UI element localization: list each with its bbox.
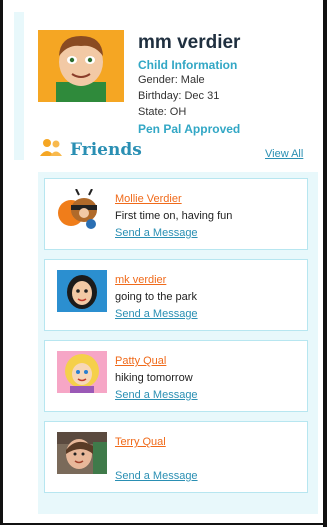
child-info-link[interactable]: Child Information [138, 58, 237, 72]
profile-name: mm verdier [138, 32, 241, 53]
friend-name-link[interactable]: mk verdier [115, 274, 166, 286]
friend-card: Mollie Verdier First time on, having fun… [44, 178, 308, 250]
friends-title: Friends [70, 139, 142, 160]
friend-status: going to the park [115, 291, 197, 303]
state-text: State: OH [138, 106, 187, 118]
bee-costume-avatar[interactable] [57, 189, 107, 231]
send-message-link[interactable]: Send a Message [115, 227, 198, 239]
send-message-link[interactable]: Send a Message [115, 308, 198, 320]
friend-card: Terry Qual Send a Message [44, 421, 308, 493]
friend-status: hiking tomorrow [115, 372, 193, 384]
friend-name-link[interactable]: Terry Qual [115, 436, 166, 448]
send-message-link[interactable]: Send a Message [115, 470, 198, 482]
birthday-text: Birthday: Dec 31 [138, 90, 220, 102]
profile-accent-bar [14, 12, 24, 160]
friend-card: mk verdier going to the park Send a Mess… [44, 259, 308, 331]
profile-avatar [38, 30, 124, 102]
friends-header: Friends [40, 138, 142, 161]
friend-name-link[interactable]: Mollie Verdier [115, 193, 182, 205]
friend-card: Patty Qual hiking tomorrow Send a Messag… [44, 340, 308, 412]
view-all-link[interactable]: View All [265, 148, 303, 160]
pen-pal-status: Pen Pal Approved [138, 122, 241, 136]
child-photo-avatar[interactable] [57, 432, 107, 474]
friend-status: First time on, having fun [115, 210, 233, 222]
gender-text: Gender: Male [138, 74, 205, 86]
send-message-link[interactable]: Send a Message [115, 389, 198, 401]
blonde-girl-avatar[interactable] [57, 351, 107, 393]
friend-name-link[interactable]: Patty Qual [115, 355, 166, 367]
page-border [323, 0, 327, 527]
girl-avatar[interactable] [57, 270, 107, 312]
friends-icon [40, 138, 64, 161]
